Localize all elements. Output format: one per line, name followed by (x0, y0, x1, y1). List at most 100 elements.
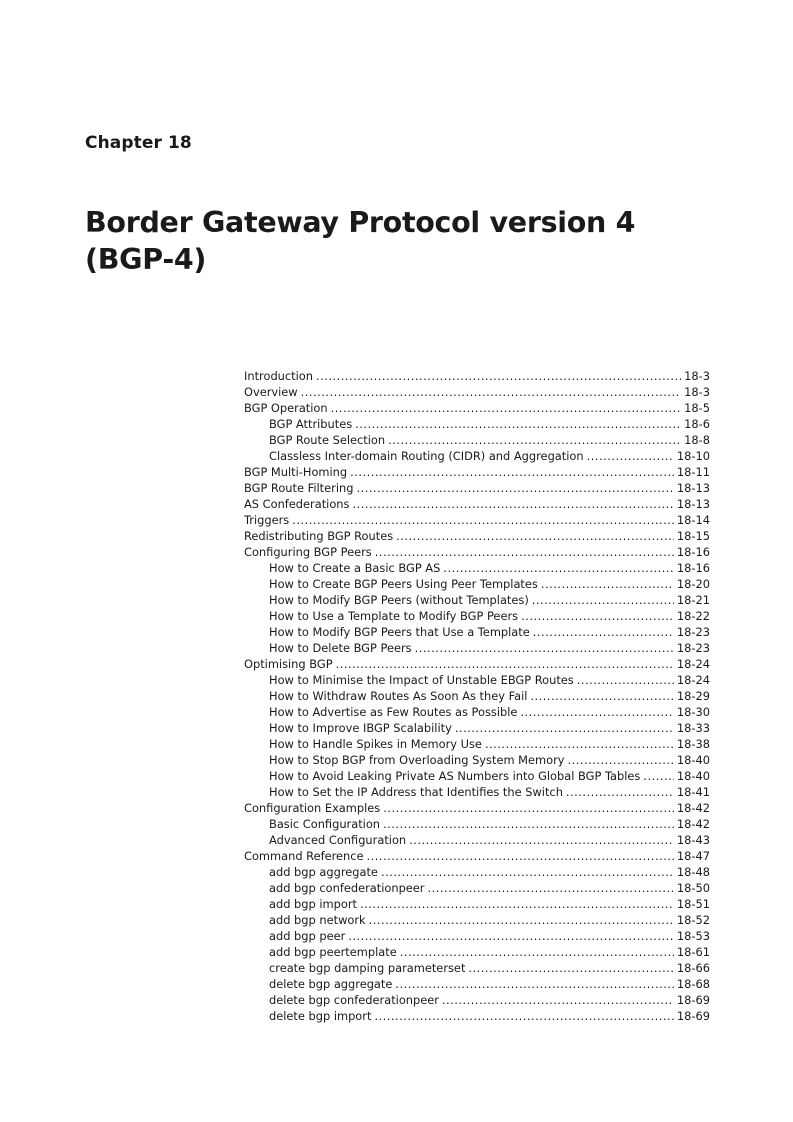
toc-entry[interactable]: Overview 18-3 (244, 384, 710, 400)
toc-entry[interactable]: Configuration Examples 18-42 (244, 800, 710, 816)
toc-entry-page-number: 18-41 (676, 785, 710, 799)
toc-entry-page-number: 18-48 (676, 865, 710, 879)
toc-entry[interactable]: Triggers 18-14 (244, 512, 710, 528)
toc-dot-leader (383, 800, 674, 816)
toc-entry[interactable]: add bgp aggregate 18-48 (244, 864, 710, 880)
toc-entry[interactable]: delete bgp aggregate 18-68 (244, 976, 710, 992)
toc-entry-page-number: 18-51 (676, 897, 710, 911)
toc-entry[interactable]: How to Create a Basic BGP AS 18-16 (244, 560, 710, 576)
toc-entry-page-number: 18-53 (676, 929, 710, 943)
toc-entry[interactable]: BGP Route Filtering 18-13 (244, 480, 710, 496)
toc-entry[interactable]: Optimising BGP 18-24 (244, 656, 710, 672)
toc-entry-page-number: 18-20 (676, 577, 710, 591)
toc-entry[interactable]: How to Advertise as Few Routes as Possib… (244, 704, 710, 720)
toc-dot-leader (388, 432, 681, 448)
toc-dot-leader (485, 736, 674, 752)
toc-entry[interactable]: How to Minimise the Impact of Unstable E… (244, 672, 710, 688)
toc-dot-leader (350, 464, 674, 480)
toc-entry-page-number: 18-43 (676, 833, 710, 847)
toc-entry-page-number: 18-40 (676, 753, 710, 767)
toc-entry-title: How to Handle Spikes in Memory Use (269, 737, 482, 751)
toc-entry-page-number: 18-40 (676, 769, 710, 783)
toc-entry[interactable]: How to Withdraw Routes As Soon As they F… (244, 688, 710, 704)
toc-entry-page-number: 18-38 (676, 737, 710, 751)
toc-entry-page-number: 18-50 (676, 881, 710, 895)
toc-entry[interactable]: How to Set the IP Address that Identifie… (244, 784, 710, 800)
toc-entry-title: BGP Attributes (269, 417, 353, 431)
toc-entry-page-number: 18-30 (676, 705, 710, 719)
toc-entry[interactable]: How to Modify BGP Peers (without Templat… (244, 592, 710, 608)
toc-entry[interactable]: How to Stop BGP from Overloading System … (244, 752, 710, 768)
toc-entry[interactable]: Configuring BGP Peers 18-16 (244, 544, 710, 560)
chapter-label: Chapter 18 (85, 133, 192, 153)
toc-dot-leader (442, 992, 674, 1008)
toc-entry-page-number: 18-42 (676, 801, 710, 815)
toc-entry[interactable]: Classless Inter-domain Routing (CIDR) an… (244, 448, 710, 464)
toc-entry[interactable]: How to Create BGP Peers Using Peer Templ… (244, 576, 710, 592)
toc-entry-page-number: 18-16 (676, 545, 710, 559)
toc-entry[interactable]: delete bgp import 18-69 (244, 1008, 710, 1024)
toc-entry[interactable]: Introduction 18-3 (244, 368, 710, 384)
toc-entry-page-number: 18-69 (676, 1009, 710, 1023)
toc-dot-leader (375, 544, 674, 560)
toc-entry-page-number: 18-33 (676, 721, 710, 735)
toc-entry-page-number: 18-13 (676, 481, 710, 495)
toc-entry-title: How to Avoid Leaking Private AS Numbers … (269, 769, 641, 783)
toc-entry-title: add bgp peertemplate (269, 945, 397, 959)
toc-entry[interactable]: BGP Operation 18-5 (244, 400, 710, 416)
toc-entry-page-number: 18-10 (676, 449, 710, 463)
toc-entry[interactable]: How to Delete BGP Peers 18-23 (244, 640, 710, 656)
toc-dot-leader (352, 496, 673, 512)
toc-entry[interactable]: AS Confederations 18-13 (244, 496, 710, 512)
toc-entry-page-number: 18-47 (676, 849, 710, 863)
toc-entry[interactable]: How to Improve IBGP Scalability 18-33 (244, 720, 710, 736)
toc-dot-leader (360, 896, 674, 912)
toc-entry-title: Configuration Examples (244, 801, 381, 815)
toc-dot-leader (356, 480, 673, 496)
toc-entry[interactable]: add bgp peertemplate 18-61 (244, 944, 710, 960)
toc-dot-leader (415, 640, 674, 656)
toc-entry-title: Redistributing BGP Routes (244, 529, 394, 543)
toc-entry[interactable]: Redistributing BGP Routes 18-15 (244, 528, 710, 544)
toc-entry[interactable]: BGP Attributes 18-6 (244, 416, 710, 432)
toc-entry[interactable]: BGP Multi-Homing 18-11 (244, 464, 710, 480)
toc-entry-title: add bgp aggregate (269, 865, 378, 879)
toc-entry[interactable]: add bgp import 18-51 (244, 896, 710, 912)
toc-entry[interactable]: BGP Route Selection 18-8 (244, 432, 710, 448)
toc-entry-title: How to Minimise the Impact of Unstable E… (269, 673, 574, 687)
toc-entry[interactable]: How to Modify BGP Peers that Use a Templ… (244, 624, 710, 640)
toc-entry-title: add bgp confederationpeer (269, 881, 425, 895)
toc-entry[interactable]: How to Handle Spikes in Memory Use 18-38 (244, 736, 710, 752)
toc-dot-leader (367, 848, 674, 864)
toc-dot-leader (409, 832, 674, 848)
toc-entry-title: BGP Operation (244, 401, 328, 415)
toc-entry-page-number: 18-21 (676, 593, 710, 607)
toc-dot-leader (374, 1008, 673, 1024)
toc-entry-title: add bgp peer (269, 929, 346, 943)
toc-entry-page-number: 18-42 (676, 817, 710, 831)
toc-entry[interactable]: add bgp confederationpeer 18-50 (244, 880, 710, 896)
toc-entry-title: How to Modify BGP Peers (without Templat… (269, 593, 529, 607)
toc-entry-title: BGP Route Filtering (244, 481, 354, 495)
toc-entry[interactable]: How to Use a Template to Modify BGP Peer… (244, 608, 710, 624)
toc-entry-page-number: 18-15 (676, 529, 710, 543)
toc-entry-page-number: 18-13 (676, 497, 710, 511)
toc-entry[interactable]: add bgp network 18-52 (244, 912, 710, 928)
toc-dot-leader (530, 688, 673, 704)
toc-dot-leader (316, 368, 681, 384)
toc-dot-leader (643, 768, 674, 784)
toc-dot-leader (521, 608, 674, 624)
toc-entry[interactable]: Basic Configuration 18-42 (244, 816, 710, 832)
toc-entry-page-number: 18-5 (684, 401, 710, 415)
toc-entry[interactable]: create bgp damping parameterset 18-66 (244, 960, 710, 976)
toc-entry[interactable]: Advanced Configuration 18-43 (244, 832, 710, 848)
toc-entry[interactable]: add bgp peer 18-53 (244, 928, 710, 944)
toc-entry[interactable]: Command Reference 18-47 (244, 848, 710, 864)
toc-entry-page-number: 18-69 (676, 993, 710, 1007)
toc-entry-title: add bgp import (269, 897, 357, 911)
toc-dot-leader (381, 864, 674, 880)
toc-entry-page-number: 18-24 (676, 673, 710, 687)
toc-entry[interactable]: How to Avoid Leaking Private AS Numbers … (244, 768, 710, 784)
toc-entry-title: How to Withdraw Routes As Soon As they F… (269, 689, 528, 703)
toc-entry[interactable]: delete bgp confederationpeer 18-69 (244, 992, 710, 1008)
